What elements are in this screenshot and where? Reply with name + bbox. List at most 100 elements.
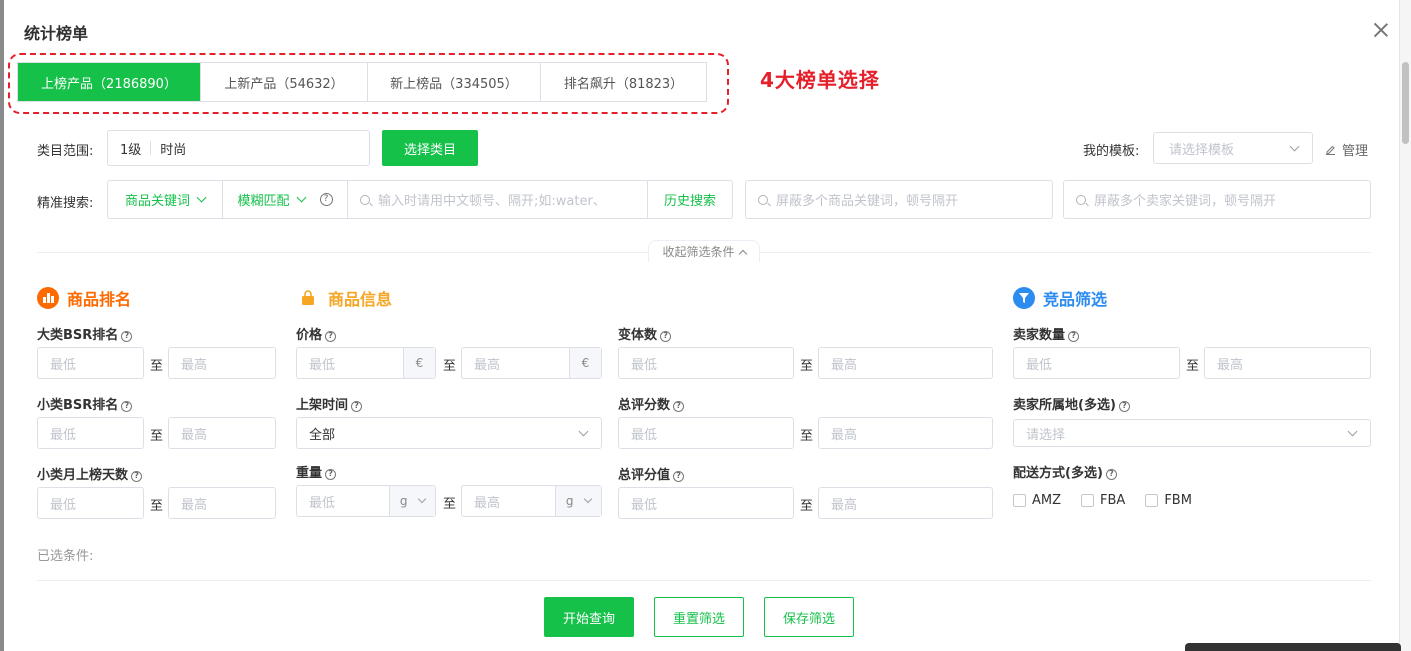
field-type-select[interactable]: 商品关键词 <box>108 181 223 218</box>
month-days-min-input[interactable]: 最低 <box>37 487 144 519</box>
template-placeholder: 请选择模板 <box>1169 142 1235 158</box>
history-search-button[interactable]: 历史搜索 <box>648 181 732 218</box>
template-label: 我的模板: <box>1083 144 1140 159</box>
help-icon[interactable]: ? <box>131 470 143 482</box>
tab-rank-surge[interactable]: 排名飙升（81823） <box>541 63 706 101</box>
collapse-filters-toggle[interactable]: 收起筛选条件 <box>648 240 760 262</box>
chevron-down-icon <box>296 192 306 203</box>
big-bsr-min-input[interactable]: 最低 <box>37 347 144 379</box>
help-icon[interactable]: ? <box>673 400 685 412</box>
dialog-title: 统计榜单 <box>24 24 89 43</box>
delivery-checkbox-fbm[interactable]: FBM <box>1145 493 1192 508</box>
seller-location-placeholder: 请选择 <box>1026 427 1066 443</box>
category-field[interactable]: 1级 时尚 <box>107 130 370 166</box>
section-competitor-title: 竞品筛选 <box>1013 286 1107 310</box>
shopping-bag-icon <box>296 287 320 309</box>
save-filters-button[interactable]: 保存筛选 <box>764 597 854 637</box>
delivery-checkbox-amz[interactable]: AMZ <box>1013 493 1061 508</box>
listing-time-text: 上架时间 <box>296 398 349 413</box>
bottom-toast-edge <box>1185 643 1401 651</box>
search-label: 精准搜索: <box>37 196 94 211</box>
help-icon[interactable]: ? <box>325 330 337 342</box>
help-icon[interactable]: ? <box>319 193 333 206</box>
variants-text: 变体数 <box>618 328 658 343</box>
weight-label: 重量? <box>296 462 337 481</box>
help-icon[interactable]: ? <box>121 400 133 412</box>
collapse-label: 收起筛选条件 <box>662 245 735 259</box>
price-max-input[interactable]: 最高 € <box>461 347 602 379</box>
total-ratings-label: 总评分数? <box>618 394 685 413</box>
variants-max-input[interactable]: 最高 <box>818 347 993 379</box>
price-min-input[interactable]: 最低 € <box>296 347 436 379</box>
range-separator: 至 <box>150 499 164 514</box>
selected-conditions-label: 已选条件: <box>37 549 94 564</box>
variants-min-input[interactable]: 最低 <box>618 347 794 379</box>
weight-unit-select[interactable]: g <box>389 486 435 516</box>
field-type-value: 商品关键词 <box>124 194 190 209</box>
rating-value-max-input[interactable]: 最高 <box>818 487 993 519</box>
chevron-down-icon <box>1289 141 1300 151</box>
help-icon[interactable]: ? <box>660 330 672 342</box>
annotation-text: 4大榜单选择 <box>760 68 880 92</box>
small-month-days-label: 小类月上榜天数? <box>37 464 143 483</box>
help-icon[interactable]: ? <box>325 468 337 480</box>
listing-time-value: 全部 <box>309 427 336 443</box>
chevron-down-icon <box>583 494 593 504</box>
bar-chart-icon <box>37 287 59 309</box>
range-separator: 至 <box>443 359 457 374</box>
seller-count-min-input[interactable]: 最低 <box>1013 347 1180 379</box>
keyword-placeholder: 输入时请用中文顿号、隔开;如:water、 <box>378 194 606 209</box>
help-icon[interactable]: ? <box>673 470 685 482</box>
category-label: 类目范围: <box>37 144 94 159</box>
seller-location-select[interactable]: 请选择 <box>1013 419 1371 447</box>
help-icon[interactable]: ? <box>1105 468 1117 480</box>
keyword-input[interactable]: 输入时请用中文顿号、隔开;如:water、 <box>348 181 648 218</box>
scrollbar-thumb[interactable] <box>1402 62 1409 144</box>
range-separator: 至 <box>800 499 814 514</box>
help-icon[interactable]: ? <box>121 330 133 342</box>
weight-max-input[interactable]: 最高 g <box>461 485 602 517</box>
close-icon[interactable] <box>1371 20 1391 40</box>
small-bsr-min-input[interactable]: 最低 <box>37 417 144 449</box>
block-product-keywords-input[interactable]: 屏蔽多个商品关键词，顿号隔开 <box>745 180 1053 219</box>
tab-on-list-products[interactable]: 上榜产品（2186890） <box>18 63 201 101</box>
reset-filters-button[interactable]: 重置筛选 <box>654 597 744 637</box>
help-icon[interactable]: ? <box>351 400 363 412</box>
range-separator: 至 <box>1186 359 1200 374</box>
template-select[interactable]: 请选择模板 <box>1153 132 1313 164</box>
delivery-checkbox-fba[interactable]: FBA <box>1081 493 1125 508</box>
listing-time-select[interactable]: 全部 <box>296 417 602 449</box>
match-type-value: 模糊匹配 <box>237 194 290 209</box>
delivery-option-label: AMZ <box>1032 493 1062 508</box>
ratings-min-input[interactable]: 最低 <box>618 417 794 449</box>
match-type-select[interactable]: 模糊匹配 ? <box>223 181 348 218</box>
price-min-placeholder: 最低 <box>309 357 336 373</box>
block-seller-placeholder: 屏蔽多个卖家关键词，顿号隔开 <box>1094 194 1277 209</box>
left-window-edge <box>0 0 4 651</box>
rating-value-label: 总评分值? <box>618 464 685 483</box>
ratings-max-input[interactable]: 最高 <box>818 417 993 449</box>
ranking-title-text: 商品排名 <box>67 290 132 309</box>
seller-count-max-input[interactable]: 最高 <box>1204 347 1371 379</box>
delivery-options: AMZ FBA FBM <box>1013 493 1192 508</box>
big-bsr-max-input[interactable]: 最高 <box>168 347 276 379</box>
start-query-button[interactable]: 开始查询 <box>544 597 634 637</box>
manage-template-link[interactable]: 管理 <box>1325 140 1368 159</box>
checkbox-icon <box>1081 494 1095 507</box>
currency-unit: € <box>403 348 435 378</box>
big-bsr-label: 大类BSR排名? <box>37 324 133 343</box>
footer-divider <box>37 580 1371 581</box>
small-bsr-max-input[interactable]: 最高 <box>168 417 276 449</box>
help-icon[interactable]: ? <box>1118 400 1130 412</box>
weight-unit-select[interactable]: g <box>555 486 601 516</box>
month-days-max-input[interactable]: 最高 <box>168 487 276 519</box>
select-category-button[interactable]: 选择类目 <box>382 130 478 166</box>
block-seller-keywords-input[interactable]: 屏蔽多个卖家关键词，顿号隔开 <box>1063 180 1371 219</box>
help-icon[interactable]: ? <box>1068 330 1080 342</box>
rating-value-min-input[interactable]: 最低 <box>618 487 794 519</box>
tab-newly-listed[interactable]: 新上榜品（334505） <box>368 63 541 101</box>
funnel-icon <box>1013 287 1035 309</box>
tab-new-products[interactable]: 上新产品（54632） <box>201 63 368 101</box>
chevron-down-icon <box>417 494 427 504</box>
weight-min-input[interactable]: 最低 g <box>296 485 436 517</box>
